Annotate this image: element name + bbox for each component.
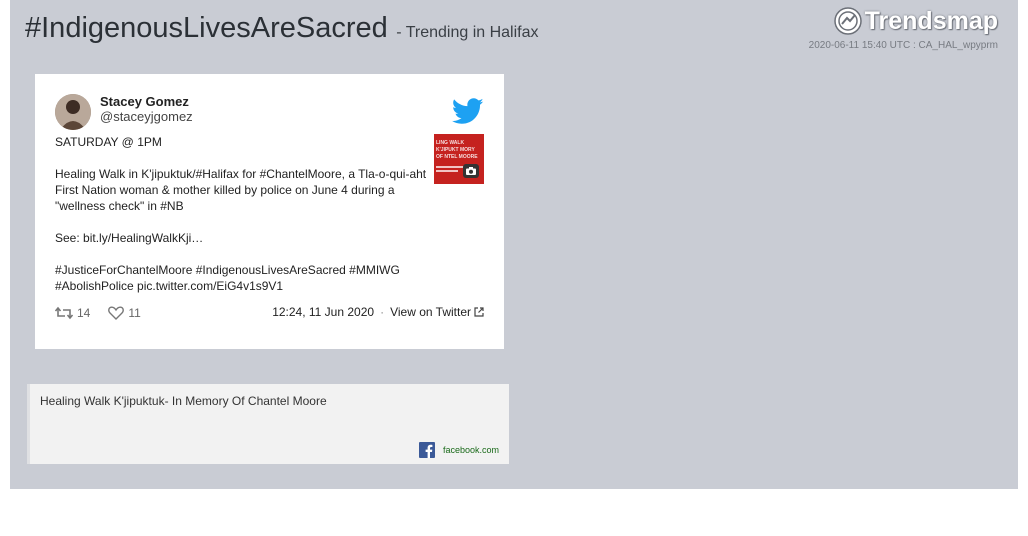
retweet-count: 14 (77, 306, 91, 320)
trend-location: - Trending in Halifax (396, 24, 539, 41)
tweet-image-thumbnail[interactable]: LING WALK K'JIPUKT MORY OF NTEL MOORE (434, 134, 484, 184)
thumbnail-detail (436, 170, 458, 172)
page-header: #IndigenousLivesAreSacred - Trending in … (25, 12, 539, 45)
facebook-icon (418, 442, 435, 458)
like-count: 11 (128, 306, 141, 320)
tweet-link[interactable]: See: bit.ly/HealingWalkKji… (55, 230, 433, 246)
tweet-meta: 12:24, 11 Jun 2020 · View on Twitter (272, 305, 484, 319)
tweet-datetime[interactable]: 12:24, 11 Jun 2020 (272, 305, 374, 319)
retweet-button[interactable]: 14 (55, 306, 90, 320)
link-preview-title[interactable]: Healing Walk K'jipuktuk- In Memory Of Ch… (40, 394, 327, 408)
thumbnail-caption: LING WALK K'JIPUKT MORY OF NTEL MOORE (436, 140, 478, 160)
link-preview-domain: facebook.com (442, 445, 499, 455)
avatar[interactable] (55, 94, 91, 130)
tweet-hashtags[interactable]: #JusticeForChantelMoore #IndigenousLives… (55, 262, 433, 294)
retweet-icon (55, 306, 73, 320)
view-on-twitter-link[interactable]: View on Twitter (390, 305, 471, 319)
trendsmap-logo[interactable]: Trendsmap (833, 6, 998, 36)
tweet-text: SATURDAY @ 1PM Healing Walk in K'jipuktu… (55, 134, 433, 294)
heart-icon (108, 306, 125, 320)
link-preview-source[interactable]: facebook.com (418, 442, 499, 458)
link-preview-card[interactable]: Healing Walk K'jipuktuk- In Memory Of Ch… (30, 384, 509, 464)
twitter-bird-icon[interactable] (451, 98, 484, 130)
trendsmap-logo-icon (833, 7, 862, 35)
timestamp: 2020-06-11 15:40 UTC : CA_HAL_wpyprm (808, 40, 998, 51)
logo-wordmark: Trendsmap (864, 6, 998, 35)
author-handle[interactable]: @staceyjgomez (100, 109, 193, 124)
author-name[interactable]: Stacey Gomez (100, 94, 189, 109)
thumbnail-detail (436, 166, 466, 168)
tweet-card: Stacey Gomez @staceyjgomez SATURDAY @ 1P… (35, 74, 504, 349)
meta-separator: · (380, 305, 385, 319)
tweet-actions: 14 11 (55, 306, 159, 320)
like-button[interactable]: 11 (108, 306, 141, 320)
trend-panel: #IndigenousLivesAreSacred - Trending in … (10, 0, 1018, 489)
external-link-icon (474, 307, 484, 317)
tweet-line: SATURDAY @ 1PM (55, 135, 162, 149)
camera-icon (463, 164, 479, 178)
tweet-line: Healing Walk in K'jipuktuk/#Halifax for … (55, 167, 427, 213)
hashtag-title[interactable]: #IndigenousLivesAreSacred (25, 12, 388, 44)
